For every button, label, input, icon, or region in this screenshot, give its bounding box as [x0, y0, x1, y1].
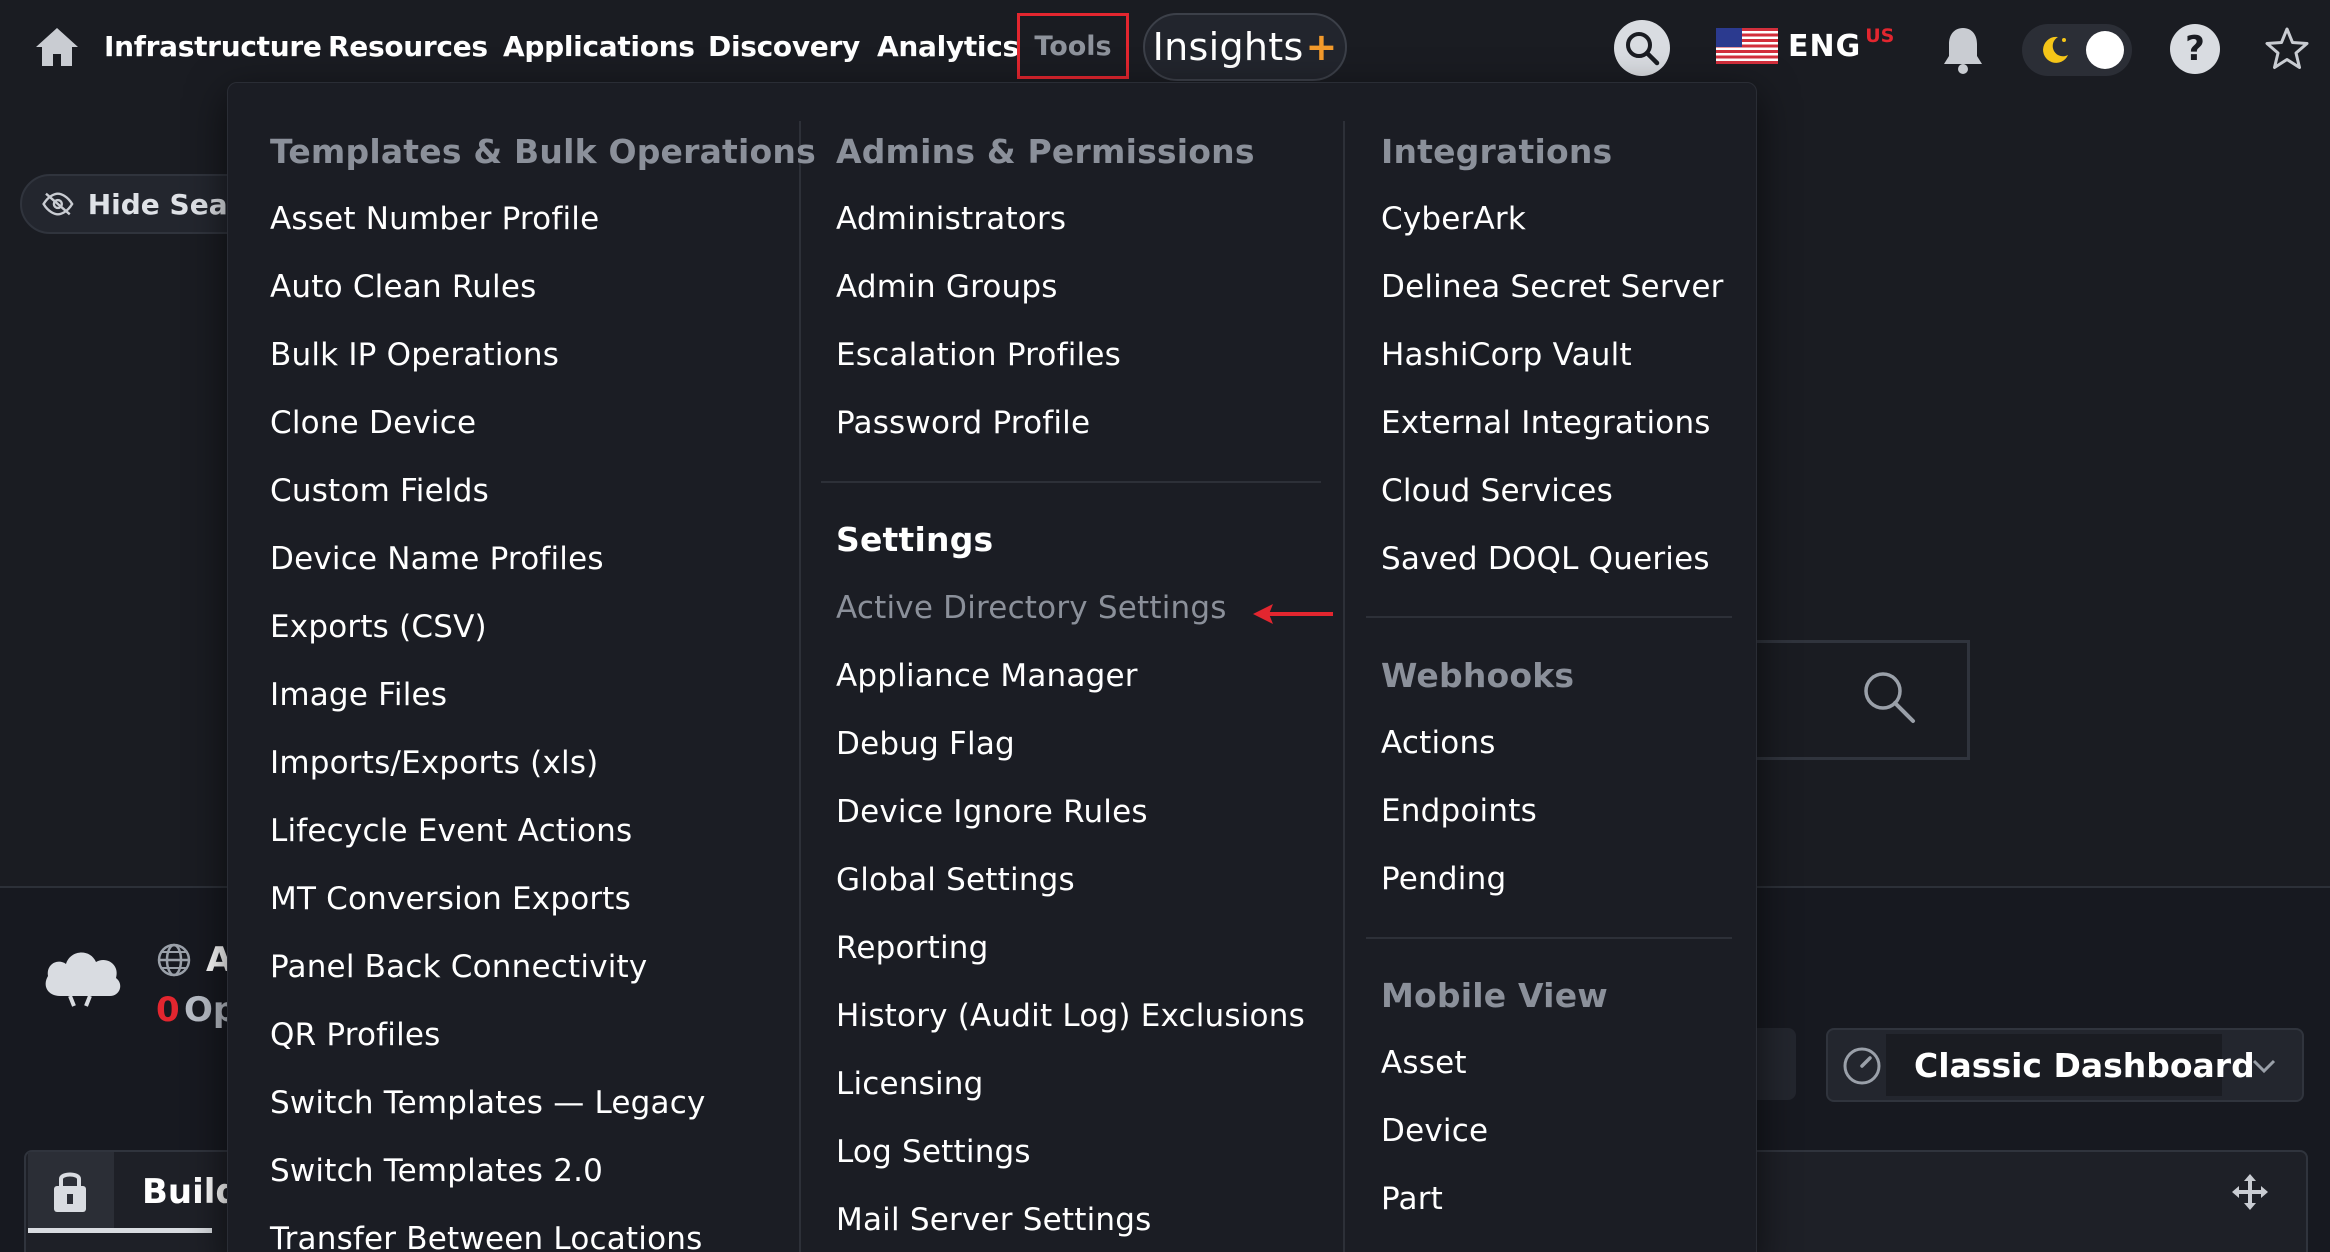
globe-icon	[157, 943, 191, 977]
search-icon	[1626, 32, 1660, 66]
menu-item-qr-profiles[interactable]: QR Profiles	[270, 1017, 441, 1053]
menu-item-cyberark[interactable]: CyberArk	[1381, 201, 1526, 237]
eye-off-icon	[42, 192, 74, 216]
nav-resources[interactable]: Resources	[328, 30, 488, 63]
menu-item-switch-templates-2[interactable]: Switch Templates 2.0	[270, 1153, 603, 1189]
menu-item-appliance-manager[interactable]: Appliance Manager	[836, 658, 1138, 694]
cloud-icon	[45, 952, 121, 1007]
theme-toggle[interactable]	[2022, 24, 2132, 76]
menu-item-transfer-between-locations[interactable]: Transfer Between Locations	[270, 1221, 702, 1252]
nav-infrastructure[interactable]: Infrastructure	[104, 30, 322, 63]
menu-item-device-name-profiles[interactable]: Device Name Profiles	[270, 541, 604, 577]
menu-item-mt-conversion-exports[interactable]: MT Conversion Exports	[270, 881, 631, 917]
insights-plus-icon: +	[1305, 25, 1338, 69]
lock-icon	[54, 1172, 86, 1212]
menu-item-imports-exports-xls[interactable]: Imports/Exports (xls)	[270, 745, 598, 781]
menu-item-device-ignore-rules[interactable]: Device Ignore Rules	[836, 794, 1148, 830]
open-count-value: 0	[156, 990, 180, 1030]
menu-item-actions[interactable]: Actions	[1381, 725, 1496, 761]
active-tab-indicator	[28, 1228, 212, 1233]
menu-item-device[interactable]: Device	[1381, 1113, 1488, 1149]
notifications-bell-icon[interactable]	[1940, 24, 1986, 76]
insights-button[interactable]: Insights +	[1143, 13, 1347, 81]
annotation-arrow-icon	[1253, 604, 1333, 624]
nav-tools[interactable]: Tools	[1017, 13, 1129, 79]
help-button[interactable]: ?	[2170, 24, 2220, 74]
menu-item-escalation-profiles[interactable]: Escalation Profiles	[836, 337, 1121, 373]
settings-header: Settings	[836, 520, 994, 559]
menu-item-image-files[interactable]: Image Files	[270, 677, 447, 713]
integrations-header: Integrations	[1381, 132, 1613, 171]
menu-item-hashicorp-vault[interactable]: HashiCorp Vault	[1381, 337, 1632, 373]
favorites-star-icon[interactable]	[2262, 24, 2312, 74]
global-search-button[interactable]	[1614, 20, 1670, 76]
insights-label: Insights	[1152, 25, 1304, 69]
nav-analytics[interactable]: Analytics	[877, 30, 1019, 63]
menu-item-external-integrations[interactable]: External Integrations	[1381, 405, 1711, 441]
menu-item-part[interactable]: Part	[1381, 1181, 1443, 1217]
webhooks-header: Webhooks	[1381, 656, 1575, 695]
home-icon[interactable]	[34, 26, 80, 68]
menu-item-clone-device[interactable]: Clone Device	[270, 405, 476, 441]
menu-item-auto-clean-rules[interactable]: Auto Clean Rules	[270, 269, 537, 305]
menu-item-password-profile[interactable]: Password Profile	[836, 405, 1090, 441]
menu-item-global-settings[interactable]: Global Settings	[836, 862, 1075, 898]
menu-item-active-directory-settings[interactable]: Active Directory Settings	[836, 590, 1227, 626]
menu-item-switch-templates-legacy[interactable]: Switch Templates — Legacy	[270, 1085, 706, 1121]
region-code: US	[1865, 25, 1895, 47]
menu-item-panel-back-connectivity[interactable]: Panel Back Connectivity	[270, 949, 647, 985]
build-tab-label[interactable]: Build	[142, 1172, 240, 1212]
language-code: ENG	[1788, 28, 1862, 64]
menu-item-licensing[interactable]: Licensing	[836, 1066, 984, 1102]
menu-item-lifecycle-event-actions[interactable]: Lifecycle Event Actions	[270, 813, 632, 849]
nav-applications[interactable]: Applications	[503, 30, 695, 63]
menu-item-cloud-services[interactable]: Cloud Services	[1381, 473, 1613, 509]
menu-item-exports-csv[interactable]: Exports (CSV)	[270, 609, 487, 645]
lock-tab[interactable]	[28, 1152, 114, 1232]
column-divider	[799, 121, 801, 1252]
menu-item-asset[interactable]: Asset	[1381, 1045, 1467, 1081]
menu-item-history-audit-log-exclusions[interactable]: History (Audit Log) Exclusions	[836, 998, 1305, 1034]
menu-item-mail-server-settings[interactable]: Mail Server Settings	[836, 1202, 1151, 1238]
column-divider	[1343, 121, 1345, 1252]
section-divider	[821, 481, 1321, 483]
menu-item-delinea-secret-server[interactable]: Delinea Secret Server	[1381, 269, 1724, 305]
section-divider	[1366, 616, 1732, 618]
language-selector[interactable]: ENG US	[1716, 25, 1895, 64]
tools-dropdown-menu: Templates & Bulk Operations Asset Number…	[227, 82, 1757, 1252]
menu-item-endpoints[interactable]: Endpoints	[1381, 793, 1537, 829]
menu-item-asset-number-profile[interactable]: Asset Number Profile	[270, 201, 599, 237]
gauge-icon	[1843, 1047, 1881, 1085]
dashboard-label-box: Classic Dashboard	[1886, 1034, 2255, 1096]
menu-item-pending[interactable]: Pending	[1381, 861, 1506, 897]
menu-item-reporting[interactable]: Reporting	[836, 930, 989, 966]
admins-header: Admins & Permissions	[836, 132, 1255, 171]
hide-search-button[interactable]: Hide Searc	[20, 174, 260, 234]
dashboard-label: Classic Dashboard	[1914, 1045, 2255, 1085]
nav-discovery[interactable]: Discovery	[708, 30, 860, 63]
move-handle-icon[interactable]	[2230, 1172, 2270, 1212]
templates-header: Templates & Bulk Operations	[270, 132, 816, 171]
search-icon[interactable]	[1859, 667, 1917, 725]
toggle-knob	[2086, 31, 2124, 69]
menu-item-log-settings[interactable]: Log Settings	[836, 1134, 1031, 1170]
menu-item-admin-groups[interactable]: Admin Groups	[836, 269, 1058, 305]
menu-item-administrators[interactable]: Administrators	[836, 201, 1066, 237]
menu-item-bulk-ip-operations[interactable]: Bulk IP Operations	[270, 337, 559, 373]
section-divider	[1366, 937, 1732, 939]
dashboard-selector[interactable]: Classic Dashboard	[1826, 1028, 2304, 1102]
us-flag-icon	[1716, 28, 1778, 64]
chevron-down-icon[interactable]	[2248, 1050, 2280, 1082]
moon-icon	[2043, 36, 2068, 63]
menu-item-debug-flag[interactable]: Debug Flag	[836, 726, 1015, 762]
menu-item-custom-fields[interactable]: Custom Fields	[270, 473, 489, 509]
page: Infrastructure Resources Applications Di…	[0, 0, 2330, 1252]
mobile-view-header: Mobile View	[1381, 976, 1608, 1015]
menu-item-saved-doql-queries[interactable]: Saved DOQL Queries	[1381, 541, 1710, 577]
